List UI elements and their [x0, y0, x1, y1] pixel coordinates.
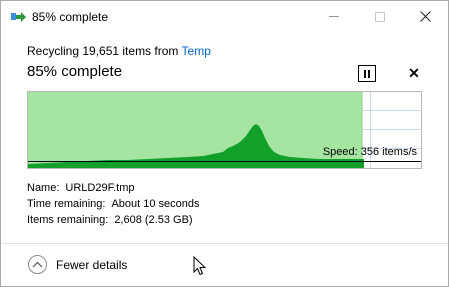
maximize-icon [375, 11, 385, 22]
name-label: Name: [27, 182, 60, 194]
items-label: Items remaining: [27, 214, 109, 226]
minimize-button[interactable] [311, 1, 357, 32]
move-copy-icon [11, 10, 27, 24]
speed-chart: Speed: 356 items/s [27, 91, 422, 169]
window-title: 85% complete [32, 10, 109, 24]
fewer-details-label: Fewer details [56, 257, 128, 272]
pause-icon [364, 69, 366, 78]
source-folder-link[interactable]: Temp [182, 44, 211, 58]
cancel-icon: ✕ [408, 64, 420, 81]
recycling-text: Recycling 19,651 items from [27, 44, 179, 58]
name-value: URLD29F.tmp [65, 182, 135, 194]
detail-time-remaining: Time remaining: About 10 seconds [27, 198, 200, 210]
mouse-cursor-icon [193, 256, 207, 276]
chevron-up-icon [28, 255, 47, 274]
maximize-button[interactable] [357, 1, 403, 32]
close-icon [419, 11, 431, 22]
speed-label: Speed: 356 items/s [322, 146, 417, 158]
time-value: About 10 seconds [111, 198, 200, 210]
close-button[interactable] [402, 1, 448, 32]
file-operation-dialog: 85% complete Recycling 19,651 items from… [0, 0, 449, 287]
detail-name: Name: URLD29F.tmp [27, 182, 134, 194]
title-bar: 85% complete [1, 1, 448, 32]
fewer-details-button[interactable]: Fewer details [28, 255, 127, 274]
progress-title: 85% complete [27, 63, 123, 80]
operation-description: Recycling 19,651 items from Temp [27, 44, 211, 58]
detail-items-remaining: Items remaining: 2,608 (2.53 GB) [27, 214, 193, 226]
items-value: 2,608 (2.53 GB) [114, 214, 193, 226]
time-label: Time remaining: [27, 198, 106, 210]
minimize-icon [329, 16, 339, 17]
footer-separator [1, 243, 448, 244]
pause-button[interactable] [358, 65, 376, 82]
cancel-button[interactable]: ✕ [406, 64, 422, 82]
